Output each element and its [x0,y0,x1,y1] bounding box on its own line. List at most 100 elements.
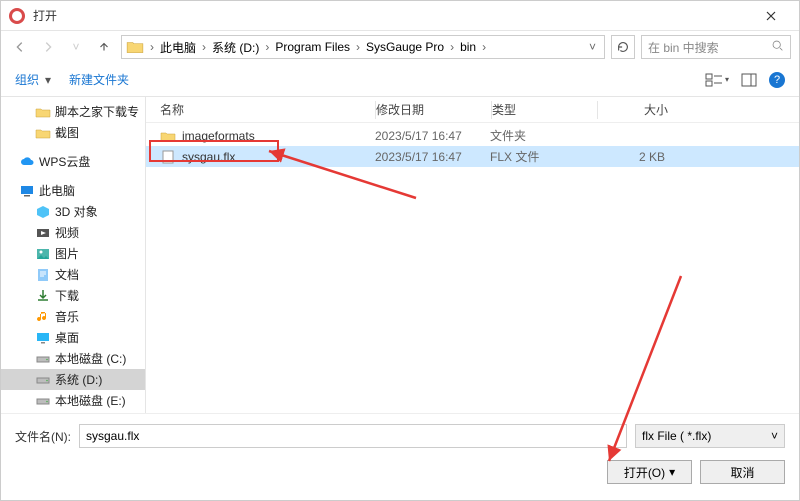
sidebar-item[interactable]: 脚本之家下载专 [1,101,145,122]
address-bar[interactable]: › 此电脑 › 系统 (D:) › Program Files › SysGau… [121,35,605,59]
chevron-right-icon: › [148,40,156,54]
drive-icon [35,393,51,409]
sidebar-item-label: 截图 [55,124,79,141]
crumb-d[interactable]: 系统 (D:) [208,36,263,58]
cancel-button[interactable]: 取消 [700,460,785,484]
sidebar-item[interactable]: 下载 [1,285,145,306]
filetype-filter[interactable]: flx File ( *.flx) ˅ [635,424,785,448]
nav-bar: ˅ › 此电脑 › 系统 (D:) › Program Files › SysG… [1,31,799,63]
file-rows: imageformats 2023/5/17 16:47文件夹 sysgau.flx… [146,123,799,457]
main-area: 脚本之家下载专截图 WPS云盘此电脑 3D 对象视频图片文档下载音乐桌面本地磁盘 (… [1,97,799,457]
view-options-button[interactable]: ▾ [705,73,729,87]
sidebar-item[interactable]: 视频 [1,222,145,243]
back-button[interactable] [9,36,31,58]
chevron-right-icon: › [354,40,362,54]
sidebar-item[interactable]: 此电脑 [1,180,145,201]
help-icon[interactable]: ? [769,72,785,88]
sidebar-item[interactable]: 3D 对象 [1,201,145,222]
recent-button[interactable]: ˅ [65,36,87,58]
up-button[interactable] [93,36,115,58]
sidebar-item[interactable]: 本地磁盘 (C:) [1,348,145,369]
drive-icon [35,372,51,388]
file-icon [160,149,176,165]
file-row[interactable]: sysgau.flx 2023/5/17 16:47FLX 文件2 KB [146,146,799,167]
crumb-pc[interactable]: 此电脑 [156,36,200,58]
col-date[interactable]: 修改日期 [376,101,491,118]
footer: 文件名(N): flx File ( *.flx) ˅ 打开(O)▾ 取消 [1,413,799,500]
obj-icon [35,204,51,220]
col-size[interactable]: 大小 [598,101,678,118]
folder-icon [35,104,51,120]
file-date: 2023/5/17 16:47 [375,129,490,143]
folder-icon [35,125,51,141]
sidebar-item-label: 下载 [55,287,79,304]
sidebar-item-label: 图片 [55,245,79,262]
file-name: imageformats [182,129,255,143]
organize-dropdown[interactable]: ▾ [45,73,51,87]
window-title: 打开 [33,7,751,24]
sidebar-item[interactable]: 系统 (D:) [1,369,145,390]
sidebar-item[interactable]: 图片 [1,243,145,264]
sidebar-item-label: 桌面 [55,329,79,346]
address-dropdown[interactable]: ˅ [585,40,600,54]
sidebar: 脚本之家下载专截图 WPS云盘此电脑 3D 对象视频图片文档下载音乐桌面本地磁盘 (… [1,97,146,457]
search-input[interactable]: 在 bin 中搜索 [641,35,791,59]
file-type: 文件夹 [490,127,595,144]
sidebar-item[interactable]: 桌面 [1,327,145,348]
chevron-right-icon: › [263,40,271,54]
folder-icon [126,38,144,56]
col-name[interactable]: 名称 [160,101,375,118]
toolbar: 组织 ▾ 新建文件夹 ▾ ? [1,63,799,97]
forward-button[interactable] [37,36,59,58]
sidebar-item-label: 文档 [55,266,79,283]
crumb-sg[interactable]: SysGauge Pro [362,36,448,58]
filename-label: 文件名(N): [15,428,71,445]
sidebar-item-label: 系统 (D:) [55,371,102,388]
crumb-bin[interactable]: bin [456,36,480,58]
app-icon [9,8,25,24]
col-type[interactable]: 类型 [492,101,597,118]
pc-icon [19,183,35,199]
file-row[interactable]: imageformats 2023/5/17 16:47文件夹 [146,125,799,146]
open-button[interactable]: 打开(O)▾ [607,460,692,484]
picture-icon [35,246,51,262]
refresh-button[interactable] [611,35,635,59]
sidebar-item[interactable]: 本地磁盘 (E:) [1,390,145,411]
file-list-area: 名称 修改日期 类型 大小 imageformats 2023/5/17 16:4… [146,97,799,457]
sidebar-item[interactable]: 截图 [1,122,145,143]
preview-pane-button[interactable] [741,73,757,87]
sidebar-item-label: 3D 对象 [55,203,98,220]
filename-input[interactable] [79,424,627,448]
sidebar-item-label: 音乐 [55,308,79,325]
sidebar-item-label: 本地磁盘 (C:) [55,350,126,367]
column-headers: 名称 修改日期 类型 大小 [146,97,799,123]
sidebar-item[interactable]: 文档 [1,264,145,285]
close-button[interactable] [751,1,791,31]
sidebar-item[interactable]: 音乐 [1,306,145,327]
chevron-right-icon: › [200,40,208,54]
sidebar-item[interactable]: WPS云盘 [1,151,145,172]
doc-icon [35,267,51,283]
sidebar-item-label: 脚本之家下载专 [55,103,139,120]
title-bar: 打开 [1,1,799,31]
search-placeholder: 在 bin 中搜索 [648,39,719,56]
download-icon [35,288,51,304]
sidebar-item-label: 此电脑 [39,182,75,199]
file-type: FLX 文件 [490,148,595,165]
file-size: 2 KB [595,150,675,164]
music-icon [35,309,51,325]
drive-icon [35,351,51,367]
file-name: sysgau.flx [182,150,235,164]
organize-button[interactable]: 组织 [15,71,39,88]
sidebar-item-label: WPS云盘 [39,153,90,170]
folder-icon [160,128,176,144]
search-icon [771,39,784,55]
chevron-down-icon: ˅ [771,429,778,443]
new-folder-button[interactable]: 新建文件夹 [69,71,129,88]
chevron-right-icon: › [480,40,488,54]
video-icon [35,225,51,241]
chevron-right-icon: › [448,40,456,54]
crumb-pf[interactable]: Program Files [271,36,354,58]
sidebar-item-label: 本地磁盘 (E:) [55,392,126,409]
file-date: 2023/5/17 16:47 [375,150,490,164]
